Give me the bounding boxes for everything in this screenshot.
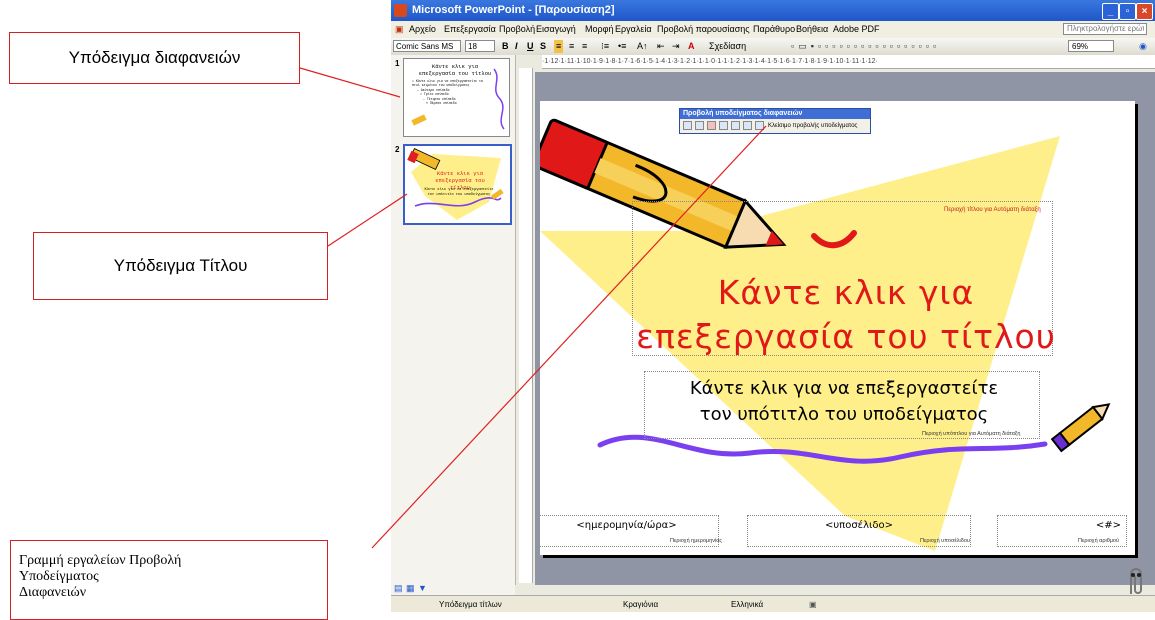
menu-window[interactable]: Παράθυρο xyxy=(753,21,795,38)
thumbnail-1-line-1: • Κάντε κλικ για να επεξεργαστείτε τα στ… xyxy=(412,79,483,88)
align-right-icon[interactable]: ≡ xyxy=(582,40,587,53)
title-text[interactable]: Κάντε κλικ για επεξεργασία του τίτλου xyxy=(634,271,1058,359)
thumbnail-2-subtitle: Κάντε κλικ για να επεξεργαστείτε τον υπό… xyxy=(424,188,494,197)
help-icon[interactable]: ◉ xyxy=(1139,40,1147,53)
zoom-box[interactable]: 69% xyxy=(1068,40,1114,52)
menu-bar: ▣ Αρχείο Επεξεργασία Προβολή Εισαγωγή Μο… xyxy=(391,21,1155,38)
close-master-view-icon[interactable] xyxy=(755,121,764,130)
date-area-label: Περιοχή ημερομηνίας xyxy=(670,538,723,544)
status-design: Κραγιόνια xyxy=(623,600,659,609)
align-left-icon[interactable]: ≡ xyxy=(554,40,564,53)
thumbnail-1-title: Κάντε κλικ για επεξεργασία του τίτλου xyxy=(418,63,492,77)
callout-toolbar-line-3: Διαφανειών xyxy=(19,585,87,600)
help-question-input[interactable] xyxy=(1063,23,1147,35)
slide-thumbnails-pane: 1 Κάντε κλικ για επεξεργασία του τίτλου … xyxy=(391,55,516,585)
align-center-icon[interactable]: ≡ xyxy=(569,40,574,53)
menu-tools[interactable]: Εργαλεία xyxy=(615,21,652,38)
spelling-status-icon: ▣ xyxy=(809,600,817,609)
callout-title-master-text: Υπόδειγμα Τίτλου xyxy=(113,256,248,275)
slideshow-view-icon[interactable]: ▼ xyxy=(418,583,427,593)
insert-new-title-master-icon[interactable] xyxy=(695,121,704,130)
number-text: <#> xyxy=(1095,520,1121,531)
close-button[interactable]: × xyxy=(1136,3,1153,20)
thumbnail-number-2: 2 xyxy=(395,145,400,154)
font-size-box[interactable]: 18 xyxy=(465,40,495,52)
menu-insert[interactable]: Εισαγωγή xyxy=(536,21,576,38)
title-master-thumbnail[interactable]: Κάντε κλικ για επεξεργασία του τίτλου Κά… xyxy=(403,144,512,225)
arrow-slide-master xyxy=(299,67,401,98)
slide-master-thumbnail[interactable]: Κάντε κλικ για επεξεργασία του τίτλου • … xyxy=(403,58,510,137)
maximize-button[interactable]: ▫ xyxy=(1119,3,1136,20)
office-assistant-icon[interactable] xyxy=(1119,566,1149,596)
subtitle-line-2: τον υπότιτλο του υποδείγματος xyxy=(699,404,989,425)
font-name-box[interactable]: Comic Sans MS xyxy=(393,40,461,52)
title-line-2: επεξεργασία του τίτλου xyxy=(636,317,1056,356)
title-bar: Microsoft PowerPoint - [Παρουσίαση2] _ ▫… xyxy=(391,0,1155,21)
number-area-label: Περιοχή αριθμού xyxy=(1078,538,1119,544)
menu-file[interactable]: Αρχείο xyxy=(409,21,436,38)
status-bar: Υπόδειγμα τίτλων Κραγιόνια Ελληνικά ▣ xyxy=(391,595,1155,612)
menu-view[interactable]: Προβολή xyxy=(499,21,535,38)
small-pencil-icon xyxy=(1050,403,1111,453)
footer-text: <υποσέλιδο> xyxy=(825,520,893,531)
date-text: <ημερομηνία/ώρα> xyxy=(576,520,677,531)
title-area-label: Περιοχή τίτλου για Αυτόματη διάταξη xyxy=(944,207,1041,213)
close-master-view-button[interactable]: Κλείσιμο προβολής υποδείγματος xyxy=(768,119,857,133)
slide-master-toolbar-title: Προβολή υποδείγματος διαφανειών xyxy=(680,109,870,119)
powerpoint-window: Microsoft PowerPoint - [Παρουσίαση2] _ ▫… xyxy=(391,0,1155,612)
slide-canvas[interactable]: Περιοχή τίτλου για Αυτόματη διάταξη Κάντ… xyxy=(540,101,1135,555)
subtitle-text[interactable]: Κάντε κλικ για να επεξεργαστείτε τον υπό… xyxy=(648,376,1040,428)
title-line-1: Κάντε κλικ για xyxy=(717,273,975,312)
menu-format[interactable]: Μορφή xyxy=(585,21,613,38)
standard-toolbar-icons[interactable]: ▫▭▪▫▫▫▫▫▫▫▫▫▫▫▫▫▫▫▫▫ xyxy=(791,40,940,53)
horizontal-ruler: ·1·12·1·11·1·10·1·9·1·8·1·7·1·6·1·5·1·4·… xyxy=(542,55,1155,69)
office-assistant-paperclip xyxy=(1130,568,1142,594)
window-title: Microsoft PowerPoint - [Παρουσίαση2] xyxy=(412,4,615,16)
callout-master-toolbar: Γραμμή εργαλείων Προβολή Υποδείγματος Δι… xyxy=(10,540,328,620)
slide-master-view-toolbar: Προβολή υποδείγματος διαφανειών Κλείσιμο… xyxy=(679,108,871,134)
master-layout-icon[interactable] xyxy=(743,121,752,130)
subtitle-line-1: Κάντε κλικ για να επεξεργαστείτε xyxy=(689,378,999,399)
insert-new-slide-master-icon[interactable] xyxy=(683,121,692,130)
powerpoint-app-icon xyxy=(394,4,407,17)
callout-toolbar-line-1: Γραμμή εργαλείων Προβολή xyxy=(19,553,182,568)
delete-master-icon[interactable] xyxy=(707,121,716,130)
footer-area-label: Περιοχή υποσέλιδου xyxy=(920,538,970,544)
thumbnail-1-line-5: » Πέμπτο επίπεδο xyxy=(426,101,457,106)
numbering-icon[interactable]: ⁝≡ xyxy=(601,40,609,53)
callout-title-master: Υπόδειγμα Τίτλου xyxy=(33,232,328,300)
bold-button[interactable]: B xyxy=(502,40,509,53)
font-color-icon[interactable]: A xyxy=(688,40,695,53)
decrease-indent-icon[interactable]: ⇤ xyxy=(657,40,665,53)
preserve-master-icon[interactable] xyxy=(719,121,728,130)
underline-button[interactable]: U xyxy=(527,40,534,53)
subtitle-area-label: Περιοχή υπότιτλου για Αυτόματη διάταξη xyxy=(922,431,1021,437)
minimize-button[interactable]: _ xyxy=(1102,3,1119,20)
formatting-toolbar: Comic Sans MS 18 B I U S ≡ ≡ ≡ ⁝≡ •≡ A↑ … xyxy=(391,38,1155,55)
design-button[interactable]: Σχεδίαση xyxy=(709,40,746,53)
increase-indent-icon[interactable]: ⇥ xyxy=(672,40,680,53)
status-view: Υπόδειγμα τίτλων xyxy=(439,600,502,609)
rename-master-icon[interactable] xyxy=(731,121,740,130)
callout-slide-master: Υπόδειγμα διαφανειών xyxy=(9,32,300,84)
normal-view-icon[interactable]: ▤ xyxy=(394,583,403,594)
thumbnail-1-body: • Κάντε κλικ για να επεξεργαστείτε τα στ… xyxy=(412,79,486,105)
menu-help[interactable]: Βοήθεια xyxy=(796,21,828,38)
callout-slide-master-text: Υπόδειγμα διαφανειών xyxy=(68,48,241,67)
slide-sorter-icon[interactable]: ▦ xyxy=(406,583,415,594)
shadow-button[interactable]: S xyxy=(540,40,546,53)
slide-master-toolbar-body: Κλείσιμο προβολής υποδείγματος xyxy=(680,119,870,133)
thumbnail-number-1: 1 xyxy=(395,59,400,68)
menu-slideshow[interactable]: Προβολή παρουσίασης xyxy=(657,21,750,38)
callout-toolbar-line-2: Υποδείγματος xyxy=(19,569,99,584)
bullets-icon[interactable]: •≡ xyxy=(618,40,626,53)
menu-edit[interactable]: Επεξεργασία xyxy=(444,21,496,38)
menu-adobe-pdf[interactable]: Adobe PDF xyxy=(833,21,880,38)
increase-font-icon[interactable]: A↑ xyxy=(637,40,648,53)
italic-button[interactable]: I xyxy=(515,40,518,53)
doc-menu-icon[interactable]: ▣ xyxy=(395,21,404,38)
vertical-ruler xyxy=(519,68,533,583)
view-buttons: ▤ ▦ ▼ xyxy=(391,583,515,595)
status-language: Ελληνικά xyxy=(731,600,764,609)
